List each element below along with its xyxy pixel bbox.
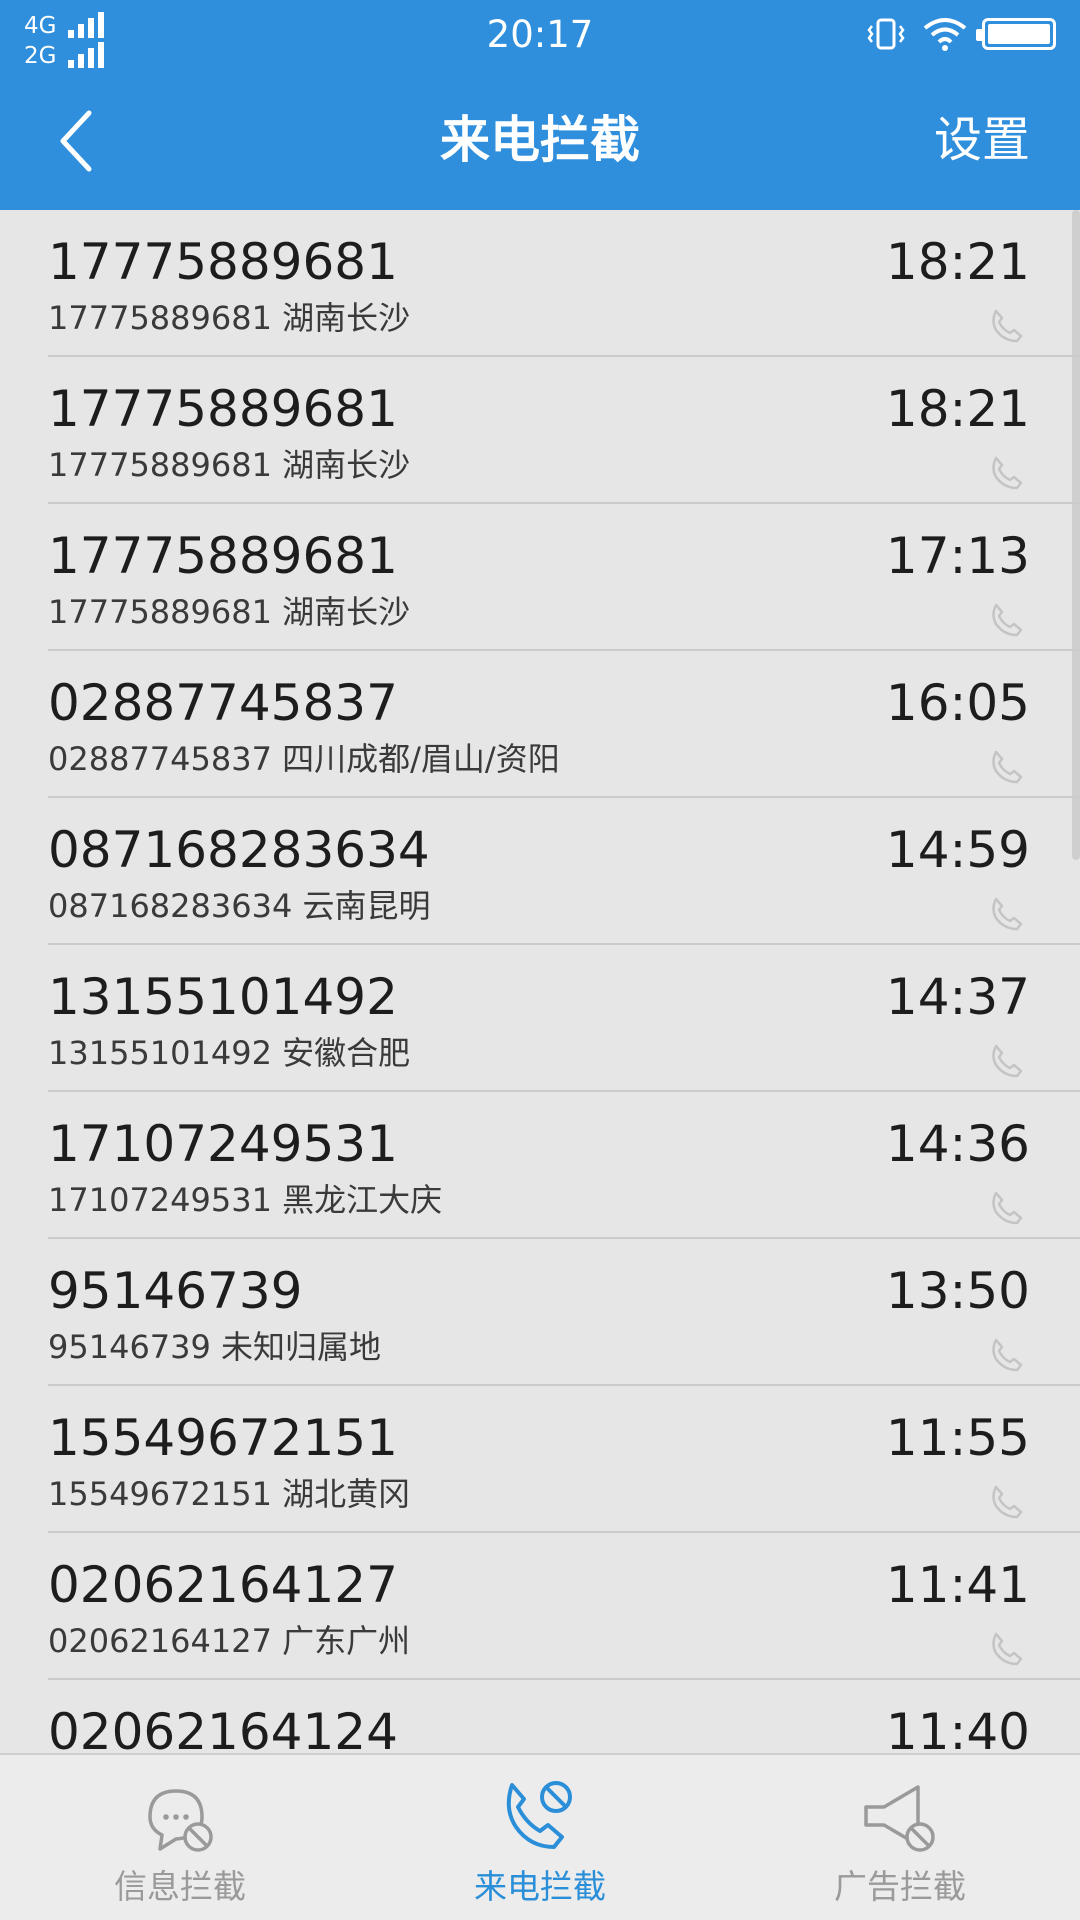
call-list-item[interactable]: 02062164127 02062164127 广东广州 11:41 (0, 1533, 1080, 1680)
call-number: 17775889681 (48, 380, 398, 438)
phone-icon (992, 1191, 1023, 1225)
phone-icon (992, 456, 1023, 490)
call-time: 11:40 (885, 1703, 1030, 1753)
call-list-item[interactable]: 02062164124 11:40 (0, 1680, 1080, 1753)
tab-label: 来电拦截 (474, 1867, 606, 1906)
call-list-item[interactable]: 15549672151 15549672151 湖北黄冈 11:55 (0, 1386, 1080, 1533)
call-number: 15549672151 (48, 1409, 398, 1467)
call-time: 14:36 (885, 1115, 1030, 1173)
tab-call-block[interactable]: 来电拦截 (360, 1755, 720, 1920)
phone-icon (992, 1485, 1023, 1519)
call-time: 13:50 (885, 1262, 1030, 1320)
call-number: 087168283634 (48, 821, 430, 879)
call-location: 17775889681 湖南长沙 (48, 446, 411, 484)
call-time: 11:55 (885, 1409, 1030, 1467)
phone-block-icon (506, 1781, 572, 1849)
call-location: 02887745837 四川成都/眉山/资阳 (48, 740, 560, 778)
status-time: 20:17 (486, 13, 594, 56)
phone-icon (992, 750, 1023, 784)
call-list-item[interactable]: 13155101492 13155101492 安徽合肥 14:37 (0, 945, 1080, 1092)
tab-label: 广告拦截 (834, 1867, 966, 1906)
status-bar: 4G 2G 20:17 (0, 0, 1080, 70)
phone-icon (992, 1044, 1023, 1078)
call-location: 02062164127 广东广州 (48, 1622, 411, 1660)
call-number: 17775889681 (48, 233, 398, 291)
call-time: 14:59 (885, 821, 1030, 879)
call-time: 18:21 (885, 380, 1030, 438)
call-number: 17775889681 (48, 527, 398, 585)
call-list-item[interactable]: 17775889681 17775889681 湖南长沙 18:21 (0, 210, 1080, 357)
call-number: 02887745837 (48, 674, 398, 732)
tab-label: 信息拦截 (114, 1867, 246, 1906)
bottom-nav: 信息拦截 来电拦截 广告拦截 (0, 1753, 1080, 1920)
settings-button[interactable]: 设置 (934, 110, 1030, 170)
tab-ad-block[interactable]: 广告拦截 (720, 1755, 1080, 1920)
call-location: 17775889681 湖南长沙 (48, 299, 411, 337)
call-list-item[interactable]: 02887745837 02887745837 四川成都/眉山/资阳 16:05 (0, 651, 1080, 798)
vibrate-icon (867, 18, 905, 50)
call-number: 95146739 (48, 1262, 303, 1320)
phone-icon (992, 309, 1023, 343)
call-number: 13155101492 (48, 968, 398, 1026)
call-list-item[interactable]: 17775889681 17775889681 湖南长沙 18:21 (0, 357, 1080, 504)
call-number: 02062164124 (48, 1703, 398, 1753)
call-time: 14:37 (885, 968, 1030, 1026)
call-location: 087168283634 云南昆明 (48, 887, 431, 925)
call-time: 18:21 (885, 233, 1030, 291)
call-number: 17107249531 (48, 1115, 398, 1173)
tab-message-block[interactable]: 信息拦截 (0, 1755, 360, 1920)
phone-icon (992, 1632, 1023, 1666)
call-location: 95146739 未知归属地 (48, 1328, 382, 1366)
speaker-block-icon (864, 1785, 935, 1852)
call-location: 13155101492 安徽合肥 (48, 1034, 411, 1072)
call-time: 16:05 (885, 674, 1030, 732)
wifi-icon (923, 18, 967, 51)
call-number: 02062164127 (48, 1556, 398, 1614)
call-location: 17775889681 湖南长沙 (48, 593, 411, 631)
call-time: 11:41 (885, 1556, 1030, 1614)
call-list-item[interactable]: 95146739 95146739 未知归属地 13:50 (0, 1239, 1080, 1386)
call-location: 15549672151 湖北黄冈 (48, 1475, 411, 1513)
call-list-item[interactable]: 17775889681 17775889681 湖南长沙 17:13 (0, 504, 1080, 651)
phone-icon (992, 1338, 1023, 1372)
call-location: 17107249531 黑龙江大庆 (48, 1181, 443, 1219)
call-list-item[interactable]: 087168283634 087168283634 云南昆明 14:59 (0, 798, 1080, 945)
blocked-call-list[interactable]: 17775889681 17775889681 湖南长沙 18:21 17775… (0, 210, 1080, 1753)
page-title: 来电拦截 (440, 111, 640, 169)
header: 来电拦截 设置 (0, 70, 1080, 210)
phone-icon (992, 603, 1023, 637)
phone-icon (992, 897, 1023, 931)
call-time: 17:13 (885, 527, 1030, 585)
message-block-icon (148, 1789, 213, 1852)
battery-icon (976, 18, 1056, 50)
call-list-item[interactable]: 17107249531 17107249531 黑龙江大庆 14:36 (0, 1092, 1080, 1239)
